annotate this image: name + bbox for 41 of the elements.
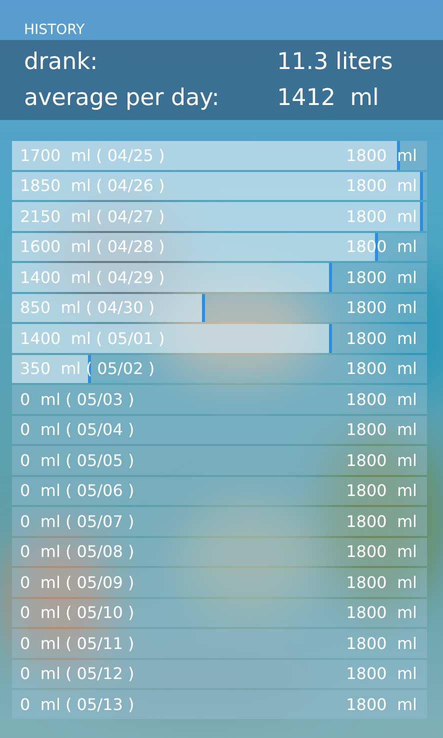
daily-goal: 1800 ml	[346, 634, 417, 653]
daily-goal: 1800 ml	[346, 664, 417, 684]
day-amount: 1700 ml ( 04/25 )	[20, 146, 165, 165]
daily-goal: 1800 ml	[346, 542, 417, 562]
daily-goal: 1800 ml	[346, 572, 417, 592]
day-amount: 0 ml ( 05/08 )	[20, 542, 134, 562]
day-amount: 1400 ml ( 05/01 )	[20, 328, 165, 348]
daily-goal: 1800 ml	[346, 481, 417, 500]
day-amount: 0 ml ( 05/06 )	[20, 481, 134, 500]
daily-goal: 1800 ml	[346, 603, 417, 622]
day-amount: 850 ml ( 04/30 )	[20, 298, 155, 318]
day-amount: 0 ml ( 05/11 )	[20, 634, 134, 653]
day-amount: 1400 ml ( 04/29 )	[20, 268, 165, 287]
daily-goal: 1800 ml	[346, 390, 417, 409]
daily-goal: 1800 ml	[346, 512, 417, 531]
daily-goal: 1800 ml	[346, 359, 417, 378]
day-amount: 2150 ml ( 04/27 )	[20, 206, 165, 226]
daily-goal: 1800 ml	[346, 694, 417, 714]
summary-label: drank:	[24, 49, 99, 75]
daily-goal: 1800 ml	[346, 450, 417, 470]
daily-goal: 1800 ml	[346, 268, 417, 287]
day-amount: 0 ml ( 05/03 )	[20, 390, 134, 409]
day-amount: 0 ml ( 05/12 )	[20, 664, 134, 684]
day-amount: 1850 ml ( 04/26 )	[20, 176, 165, 196]
day-amount: 0 ml ( 05/05 )	[20, 450, 134, 470]
day-amount: 0 ml ( 05/13 )	[20, 694, 134, 714]
day-amount: 0 ml ( 05/09 )	[20, 572, 134, 592]
summary-value: 1412 ml	[277, 85, 379, 111]
day-amount: 0 ml ( 05/07 )	[20, 512, 134, 531]
daily-goal: 1800 ml	[346, 420, 417, 440]
daily-goal: 1800 ml	[346, 206, 417, 226]
summary-value: 11.3 liters	[277, 49, 393, 75]
daily-goal: 1800 ml	[346, 176, 417, 196]
day-amount: 1600 ml ( 04/28 )	[20, 237, 165, 256]
daily-goal: 1800 ml	[346, 298, 417, 318]
daily-goal: 1800 ml	[346, 146, 417, 165]
daily-goal: 1800 ml	[346, 328, 417, 348]
day-amount: 0 ml ( 05/04 )	[20, 420, 134, 440]
screen-title: HISTORY	[23, 21, 86, 40]
summary-label: average per day:	[24, 85, 220, 111]
day-amount: 0 ml ( 05/10 )	[20, 603, 134, 622]
